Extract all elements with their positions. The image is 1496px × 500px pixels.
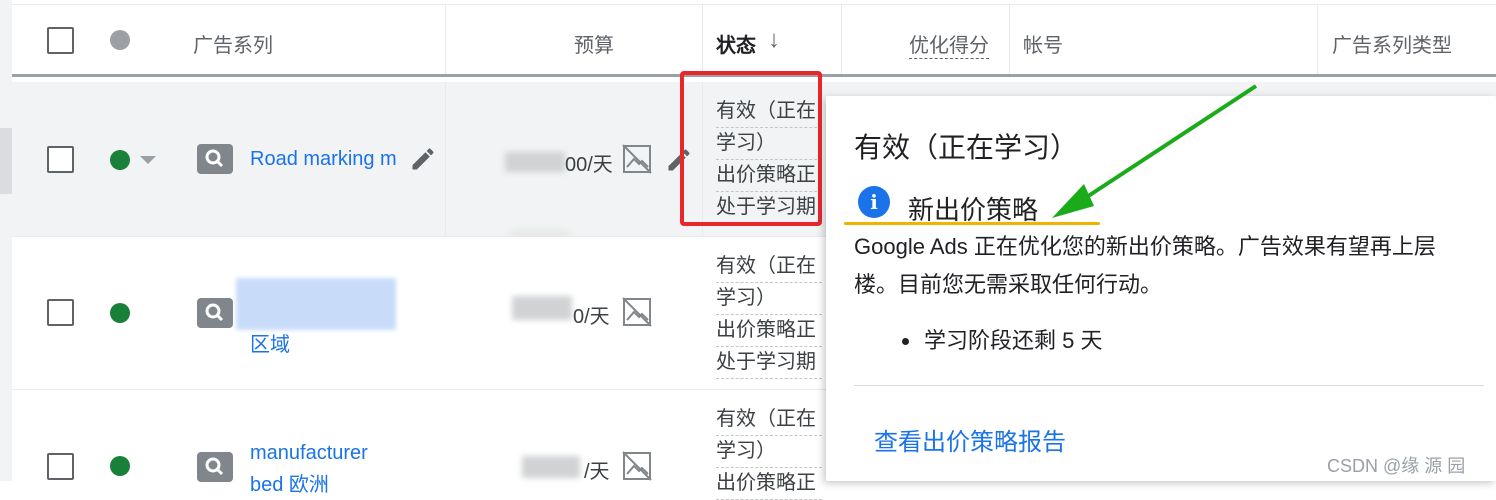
column-divider (445, 4, 446, 74)
redacted-budget (512, 296, 572, 320)
status-line: 有效（正在 (716, 404, 822, 436)
popup-divider (854, 385, 1484, 386)
popup-bullet-text: 学习阶段还剩 5 天 (924, 328, 1103, 353)
status-line: 出价策略正 (716, 315, 822, 347)
status-line: 学习） (716, 436, 822, 468)
campaign-type-column-header[interactable]: 广告系列类型 (1332, 29, 1452, 58)
budget-value: 00/天 (565, 154, 613, 176)
csdn-watermark: CSDN @缘 源 园 (1327, 456, 1466, 476)
select-all-checkbox[interactable] (47, 27, 74, 54)
no-image-icon (621, 450, 653, 482)
column-divider (702, 4, 703, 74)
status-line: 学习） (716, 283, 822, 315)
status-cell[interactable]: 有效（正在 学习） 出价策略正 处于学习期 (716, 251, 822, 379)
status-header-dot (110, 30, 130, 50)
search-campaign-icon (197, 452, 233, 482)
row-checkbox[interactable] (47, 146, 74, 173)
popup-body-line: Google Ads 正在优化您的新出价策略。广告效果有望再上层 (854, 234, 1436, 259)
campaign-name-link[interactable]: Road marking m (250, 148, 397, 171)
campaign-column-header[interactable]: 广告系列 (193, 29, 273, 58)
green-arrow-annotation (1040, 80, 1270, 220)
left-panel-marker (0, 128, 12, 194)
left-panel-strip (0, 0, 12, 481)
view-bid-strategy-report-link[interactable]: 查看出价策略报告 (874, 422, 1066, 457)
campaign-name-link-line2[interactable]: bed 欧洲 (250, 468, 329, 497)
red-highlight-box (680, 71, 822, 226)
popup-body: Google Ads 正在优化您的新出价策略。广告效果有望再上层 楼。目前您无需… (854, 228, 1494, 304)
status-line: 有效（正在 (716, 251, 822, 283)
campaign-name-link[interactable]: 区域 (250, 328, 290, 357)
redacted-budget (505, 152, 565, 172)
no-image-icon (621, 143, 653, 175)
enabled-status-dot[interactable] (110, 150, 130, 170)
status-column-header[interactable]: 状态 (716, 29, 756, 58)
search-campaign-icon (197, 298, 233, 328)
yellow-underline (844, 222, 1100, 225)
search-campaign-icon (197, 144, 233, 174)
status-line: 出价策略正 (716, 468, 822, 500)
column-divider (1009, 4, 1010, 74)
popup-body-line: 楼。目前您无需采取任何行动。 (854, 272, 1163, 297)
enabled-status-dot[interactable] (110, 303, 130, 323)
status-line: 处于学习期 (716, 347, 822, 379)
status-cell[interactable]: 有效（正在 学习） 出价策略正 (716, 404, 822, 500)
campaign-name-link[interactable]: manufacturer (250, 442, 368, 465)
budget-column-header[interactable]: 预算 (574, 29, 614, 58)
redacted-budget (522, 456, 580, 478)
no-image-icon (621, 296, 653, 328)
status-dropdown-icon[interactable] (139, 155, 157, 165)
account-column-header[interactable]: 帐号 (1023, 29, 1063, 58)
optimization-score-column-header[interactable]: 优化得分 (909, 29, 989, 59)
budget-value: 0/天 (573, 306, 610, 328)
edit-pencil-icon[interactable] (409, 145, 437, 173)
row-checkbox[interactable] (47, 299, 74, 326)
column-divider (841, 4, 842, 74)
budget-value: /天 (584, 461, 610, 483)
enabled-status-dot[interactable] (110, 456, 130, 476)
info-icon: i (858, 186, 890, 218)
bullet-dot (902, 338, 909, 345)
redacted-campaign-name (236, 278, 396, 330)
row-checkbox[interactable] (47, 453, 74, 480)
sort-down-arrow-icon[interactable]: ↓ (768, 26, 780, 54)
column-divider (1317, 4, 1318, 74)
